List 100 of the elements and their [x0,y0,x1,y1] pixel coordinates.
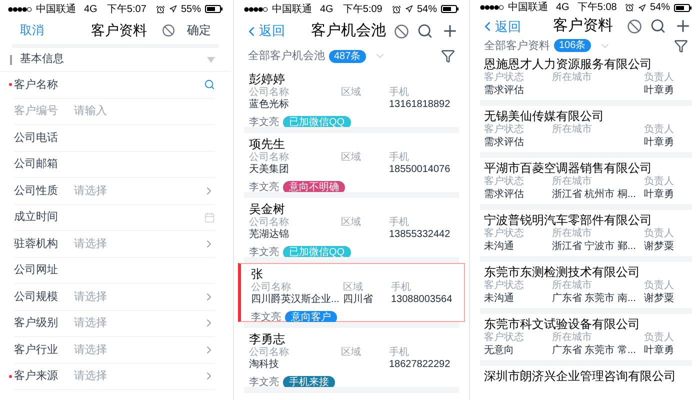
back-button[interactable]: 返回 [244,21,304,41]
company-value: 淘科技 [248,359,280,371]
contact-name: 张 [250,267,264,282]
owner-value: 叶章勇 [644,188,674,201]
field-label: 客户级别 [14,316,59,331]
owner-name: 李文亮 [248,180,280,195]
company-name: 东莞市东测检测技术有限公司 [484,264,641,280]
column-label: 客户状态 [484,72,525,84]
count-badge: 106条 [554,39,591,52]
owner-name: 李文亮 [248,116,280,130]
carrier-name: 中国联通 [36,2,76,16]
battery-icon [204,5,223,13]
status-value: 需求评估 [484,136,525,149]
carrier-name: 中国联通 [508,0,548,15]
column-label: 所在城市 [552,228,593,240]
company-name: 平湖市百菱空调器销售有限公司 [484,160,653,176]
owner-name: 李文亮 [248,376,280,390]
contact-name: 吴金树 [248,202,286,217]
company-card[interactable]: 深圳市朗济兴企业管理咨询有限公司 [472,366,700,400]
company-card[interactable]: 恩施恩才人力资源服务有限公司 客户状态 所在城市 负责人 需求评估 叶章勇 [472,54,700,100]
form-row[interactable]: 公司邮箱 [14,152,215,178]
status-value: 需求评估 [484,188,525,201]
form-row[interactable]: 公司性质 请选择 [14,178,215,204]
field-label: 成立时间 [14,210,59,225]
signal-icon [244,6,268,12]
confirm-button[interactable]: 确定 [187,21,211,39]
section-title: 基本信息 [20,52,65,68]
form-row[interactable]: 公司电话 [14,125,215,152]
form-row[interactable]: 公司网址 [14,258,215,284]
column-label: 客户状态 [484,280,525,292]
company-value: 天美集团 [248,164,290,176]
owner-name: 李文亮 [250,310,282,325]
form-row[interactable]: 成立时间 [14,204,215,231]
filter-dropdown[interactable]: 全部客户资料 [484,38,550,54]
field-label: 公司性质 [14,184,59,198]
column-label: 公司名称 [248,87,290,98]
owner-value: 谢梦粟 [644,292,674,305]
column-label: 客户状态 [484,124,525,136]
column-label: 手机 [390,282,411,294]
company-name: 无锡美仙传媒有限公司 [484,108,605,124]
column-label: 负责人 [644,176,674,188]
phone-value: 18627822292 [388,359,450,371]
filter-icon[interactable] [440,49,455,63]
form-row[interactable]: 客户行业 请选择 [14,337,215,364]
contact-name: 项先生 [248,137,286,152]
search-icon[interactable] [416,23,433,39]
contact-name: 彭婷婷 [248,72,286,87]
back-button[interactable]: 返回 [480,16,540,36]
search-icon[interactable] [204,79,215,90]
phone-value: 18550014076 [388,164,450,176]
owner-name: 李文亮 [248,246,280,260]
prohibited-icon[interactable] [394,24,409,38]
carrier-name: 中国联通 [272,2,312,16]
company-name: 宁波普锐明汽车零部件有限公司 [484,212,653,228]
clock-time: 下午5:08 [577,1,617,15]
alarm-icon [624,3,634,12]
filter-icon[interactable] [674,38,688,53]
company-card[interactable]: 平湖市百菱空调器销售有限公司 客户状态 所在城市 负责人 需求评估 浙江省 杭州市 桐... 叶章勇 [472,158,700,204]
column-label: 所在城市 [552,280,593,292]
form-row[interactable]: 客户来源 请选择 [14,364,215,390]
column-label: 负责人 [644,72,674,84]
form-row[interactable]: 公司规模 请选择 [14,284,215,310]
column-label: 所在城市 [552,72,593,84]
form-row[interactable]: 客户名称 [14,72,215,98]
column-label: 公司名称 [248,217,290,228]
column-label: 所在城市 [552,176,593,188]
company-card[interactable]: 宁波普锐明汽车零部件有限公司 客户状态 所在城市 负责人 未沟通 浙江省 宁波市 鄞... 谢梦粟 [472,210,700,256]
owner-value: 叶章勇 [644,84,674,97]
contact-name: 李勇志 [248,332,286,347]
city-value: 浙江省 杭州市 桐... [552,189,636,200]
company-name: 深圳市朗济兴企业管理咨询有限公司 [484,368,677,384]
column-label: 区域 [340,87,362,99]
battery-percent: 54% [416,2,437,16]
column-label: 手机 [388,347,409,359]
prohibited-icon[interactable] [162,24,175,36]
alarm-icon [392,4,401,14]
company-value: 芜湖达锦 [248,229,290,241]
clock-time: 下午5:07 [106,2,146,16]
form-row[interactable]: 客户级别 请选择 [14,310,215,337]
city-value: 浙江省 宁波市 鄞... [552,241,636,252]
column-label: 区域 [342,282,364,294]
column-label: 区域 [340,217,362,229]
battery-icon [674,4,692,12]
column-label: 客户状态 [484,228,525,240]
company-card[interactable]: 东莞市东测检测技术有限公司 客户状态 所在城市 负责人 未沟通 广东省 东莞市 南... 谢梦粟 [472,262,700,308]
clock-time: 下午5:09 [342,2,382,16]
column-label: 负责人 [644,228,674,240]
company-card[interactable]: 无锡美仙传媒有限公司 客户状态 所在城市 负责人 需求评估 叶章勇 [472,106,700,152]
location-icon [168,5,177,13]
filter-dropdown[interactable]: 全部客户机会池 [248,48,325,64]
column-label: 手机 [388,87,409,99]
screen-title: 客户资料 [552,16,614,36]
form-row[interactable]: 驻蓉机构 请选择 [14,231,215,258]
field-label: 公司电话 [14,130,59,146]
prohibited-icon[interactable] [626,18,642,34]
field-label: 客户名称 [14,78,59,92]
field-label: 公司邮箱 [14,157,59,172]
company-card[interactable]: 东莞市科文试验设备有限公司 客户状态 所在城市 负责人 无意向 广东省 东莞市 常... 叶章勇 [472,314,700,360]
company-value: 四川爵英汉斯企业... [250,294,340,306]
search-icon[interactable] [650,18,666,34]
